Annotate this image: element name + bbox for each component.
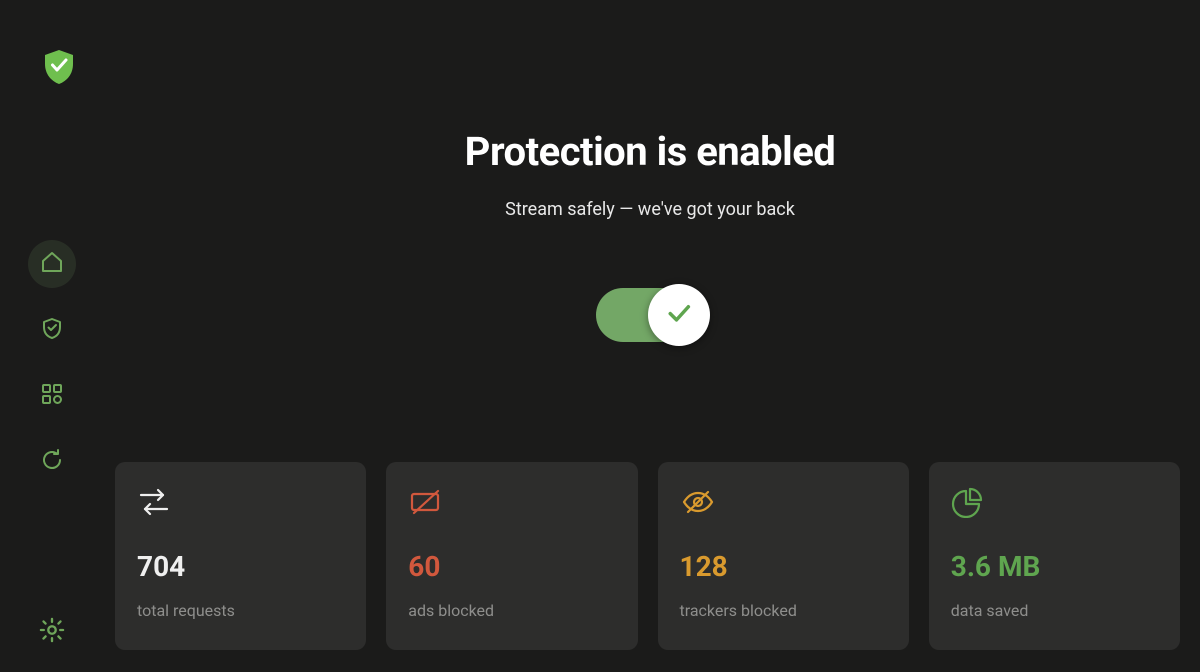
stat-card-trackers-blocked[interactable]: 128 trackers blocked: [658, 462, 909, 650]
pie-icon: [951, 484, 1158, 520]
stat-card-data-saved[interactable]: 3.6 MB data saved: [929, 462, 1180, 650]
stat-value: 128: [680, 550, 887, 583]
stat-value: 3.6 MB: [951, 550, 1158, 583]
home-icon: [40, 250, 64, 278]
sidebar-item-home[interactable]: [28, 240, 76, 288]
stat-value: 704: [137, 550, 344, 583]
stats-row: 704 total requests 60 ads blocked 128 tr…: [115, 462, 1180, 650]
shield-icon: [40, 316, 64, 344]
page-subtitle: Stream safely — we've got your back: [505, 199, 795, 220]
check-icon: [664, 298, 694, 332]
settings-button[interactable]: [32, 612, 72, 652]
stat-card-total-requests[interactable]: 704 total requests: [115, 462, 366, 650]
sidebar-item-shield[interactable]: [28, 306, 76, 354]
stat-label: ads blocked: [408, 601, 615, 620]
apps-icon: [40, 382, 64, 410]
toggle-thumb: [648, 284, 710, 346]
stat-value: 60: [408, 550, 615, 583]
stat-label: data saved: [951, 601, 1158, 620]
rect-slash-icon: [408, 484, 615, 520]
stat-label: trackers blocked: [680, 601, 887, 620]
sidebar-item-refresh[interactable]: [28, 438, 76, 486]
app-logo: [42, 48, 76, 90]
stat-label: total requests: [137, 601, 344, 620]
sidebar: [24, 240, 80, 486]
page-title: Protection is enabled: [465, 128, 836, 175]
gear-icon: [38, 616, 66, 648]
protection-toggle[interactable]: [596, 288, 704, 342]
stat-card-ads-blocked[interactable]: 60 ads blocked: [386, 462, 637, 650]
eye-slash-icon: [680, 484, 887, 520]
refresh-icon: [40, 448, 64, 476]
sidebar-item-apps[interactable]: [28, 372, 76, 420]
arrows-icon: [137, 484, 344, 520]
